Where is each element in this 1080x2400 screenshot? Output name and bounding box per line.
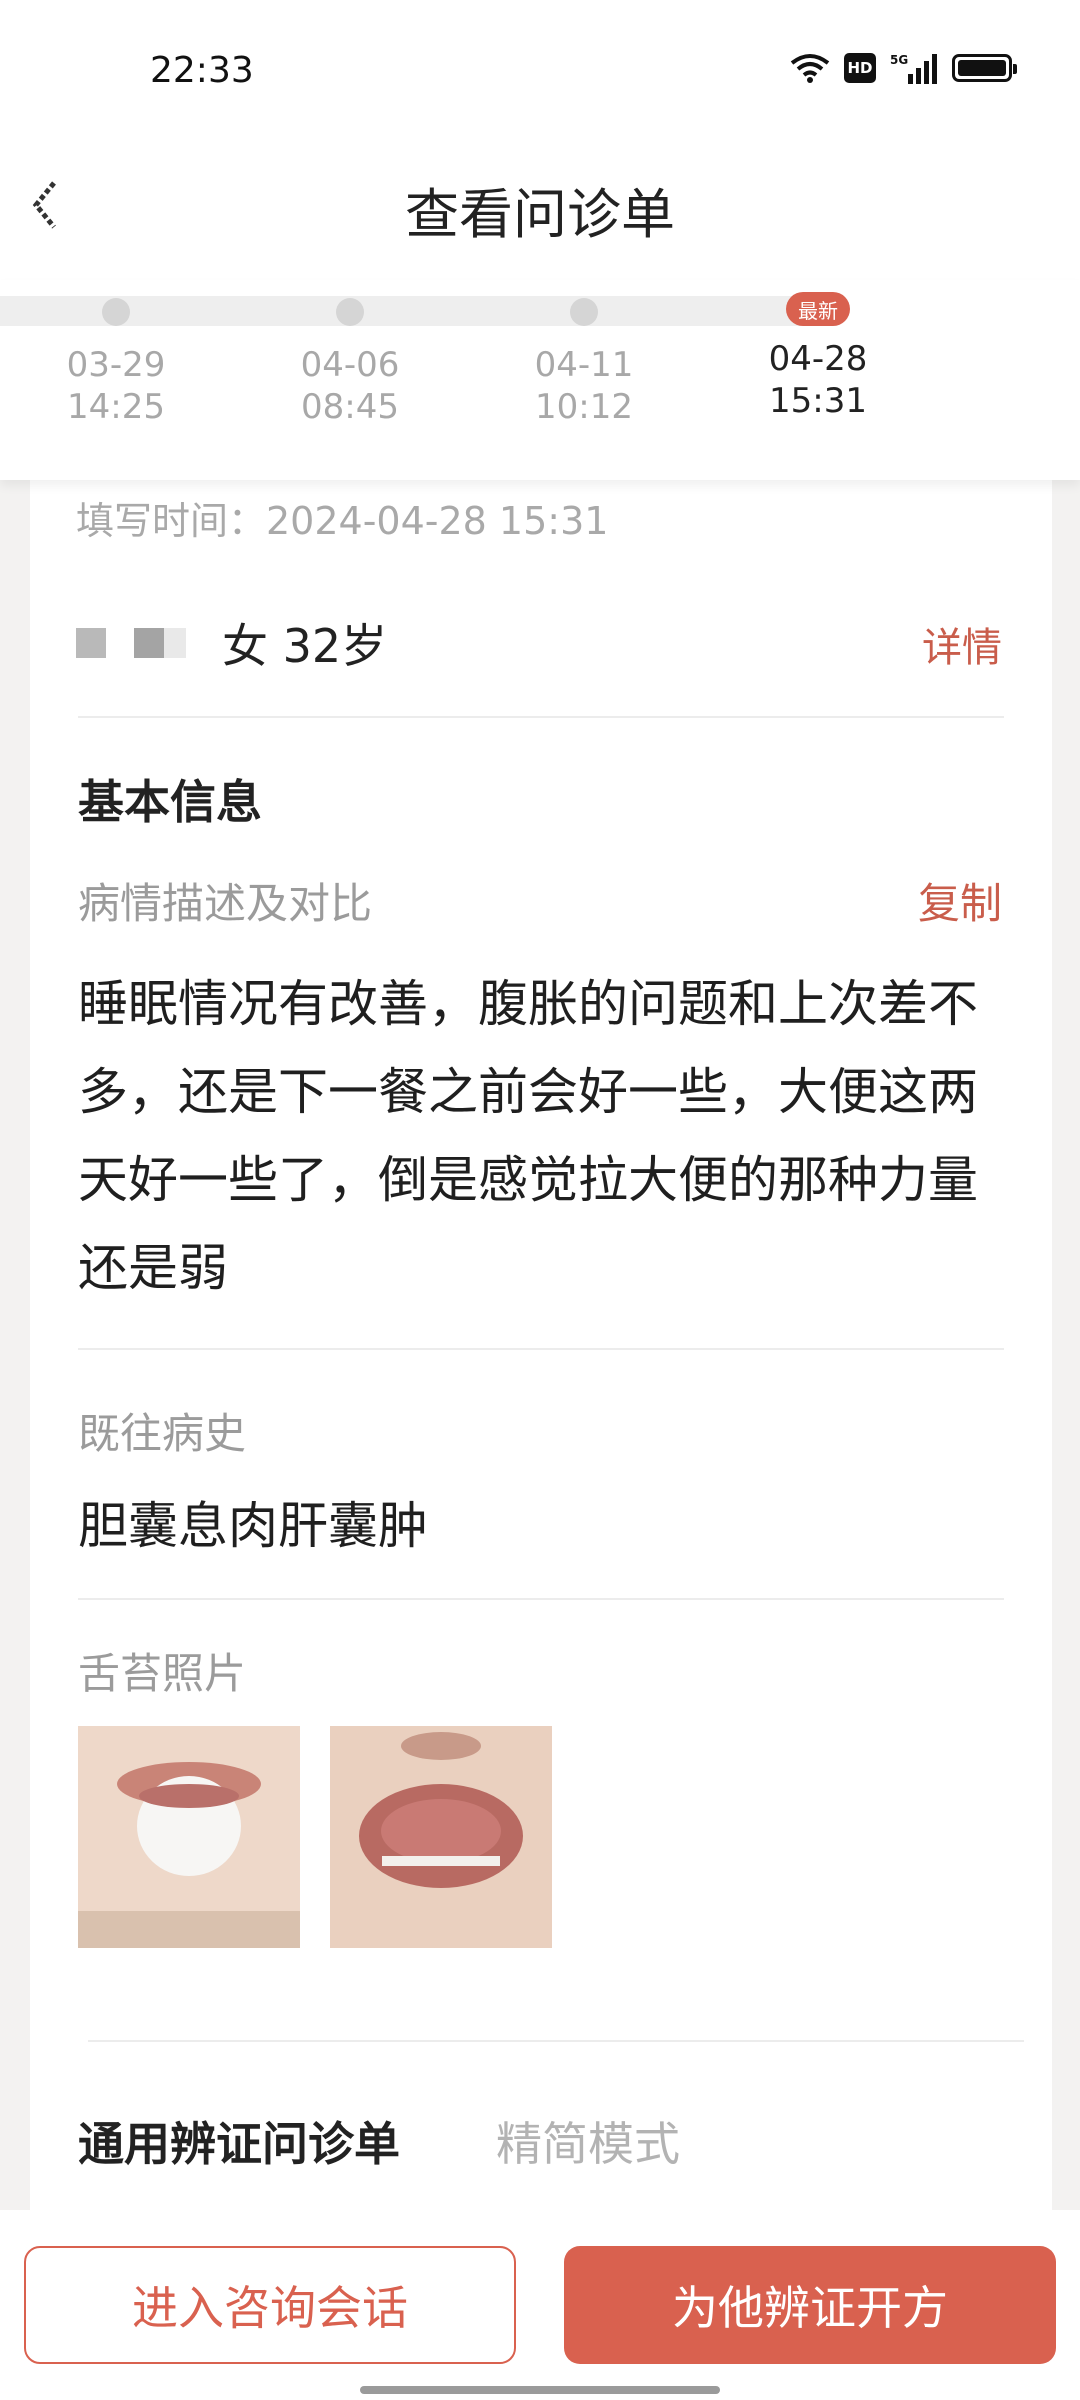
fill-time: 填写时间：2024-04-28 15:31 (76, 499, 609, 543)
description-label: 病情描述及对比 (78, 879, 373, 928)
tongue-photo-label: 舌苔照片 (78, 1649, 247, 1698)
consultation-card: 填写时间：2024-04-28 15:31 女 32岁 详情 基本信息 病情描述… (30, 470, 1052, 2210)
timeline-time: 15:31 (769, 381, 867, 421)
network-type: 5G (890, 53, 908, 67)
page-title: 查看问诊单 (405, 183, 675, 246)
medical-history: 胆囊息肉肝囊肿 (78, 1497, 428, 1555)
simple-mode-toggle[interactable]: 精简模式 (496, 2108, 680, 2174)
questionnaire-title: 通用辨证问诊单 (78, 2117, 400, 2171)
condition-description: 睡眠情况有改善，腹胀的问题和上次差不多，还是下一餐之前会好一些，大便这两天好一些… (78, 975, 978, 1297)
status-time: 22:33 (150, 50, 254, 91)
battery-icon (952, 54, 1017, 82)
timeline-dot (102, 298, 130, 326)
divider (78, 1598, 1004, 1600)
home-indicator[interactable] (360, 2386, 720, 2394)
timeline-date: 04-28 (768, 339, 868, 379)
tongue-photo-1[interactable] (78, 1726, 300, 1948)
status-bar: 22:33 HD 5G (0, 0, 1080, 140)
timeline-time: 08:45 (301, 387, 399, 427)
timeline-item-0428[interactable]: 最新 04-28 15:31 (748, 280, 888, 422)
mouth-image (330, 1726, 552, 1948)
timeline-time: 10:12 (535, 387, 633, 427)
timeline-item-0406[interactable]: 04-06 08:45 (280, 280, 420, 428)
latest-badge: 最新 (786, 292, 850, 326)
tongue-photo-2[interactable] (330, 1726, 552, 1948)
signal-icon: 5G (890, 53, 937, 84)
status-icons: HD 5G (790, 52, 1017, 84)
timeline-dot (336, 298, 364, 326)
patient-row: 女 32岁 (76, 610, 387, 676)
patient-name-redacted (134, 628, 164, 658)
divider (78, 716, 1004, 718)
timeline-dot (570, 298, 598, 326)
patient-detail-link[interactable]: 详情 (922, 615, 1002, 673)
tongue-image (78, 1726, 300, 1948)
record-timeline: 03-29 14:25 04-06 08:45 04-11 10:12 最新 0… (0, 280, 1080, 480)
timeline-time: 14:25 (67, 387, 165, 427)
bottom-action-bar: 进入咨询会话 为他辨证开方 (0, 2210, 1080, 2400)
wifi-icon (790, 54, 830, 83)
header: 查看问诊单 (0, 140, 1080, 280)
divider (88, 2040, 1024, 2042)
copy-button[interactable]: 复制 (918, 870, 1002, 931)
prescribe-button[interactable]: 为他辨证开方 (564, 2246, 1056, 2364)
timeline-date: 04-11 (534, 345, 634, 385)
enter-consultation-button[interactable]: 进入咨询会话 (24, 2246, 516, 2364)
patient-name-redacted (76, 628, 106, 658)
timeline-date: 04-06 (300, 345, 400, 385)
history-label: 既往病史 (78, 1409, 247, 1458)
hd-icon: HD (844, 53, 876, 83)
divider (78, 1348, 1004, 1350)
patient-name-redacted (164, 628, 186, 658)
patient-gender-age: 女 32岁 (222, 619, 388, 673)
timeline-date: 03-29 (66, 345, 166, 385)
timeline-item-0411[interactable]: 04-11 10:12 (514, 280, 654, 428)
section-title-basic-info: 基本信息 (78, 775, 262, 829)
timeline-item-0329[interactable]: 03-29 14:25 (46, 280, 186, 428)
